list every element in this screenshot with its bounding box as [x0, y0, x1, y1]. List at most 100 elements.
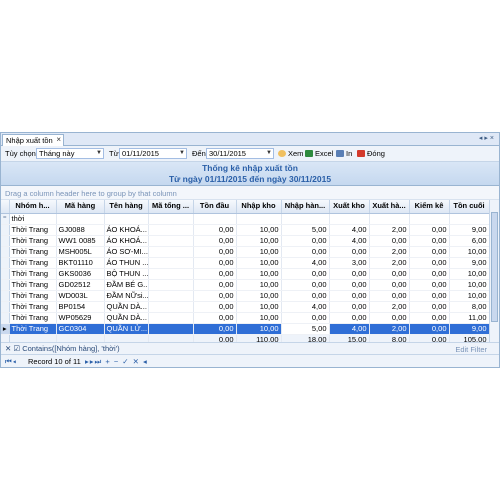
cell-group[interactable]: Thời Trang — [9, 268, 57, 280]
cell-export[interactable]: 0,00 — [329, 290, 370, 302]
table-row[interactable]: Thời Trang BKT01110 ÁO THUN ... 0,00 10,00 4,… — [1, 257, 490, 269]
cell-opening[interactable]: 0,00 — [193, 312, 237, 324]
cell-group[interactable]: Thời Trang — [9, 290, 57, 302]
filter-cell-group[interactable]: thời — [9, 213, 57, 225]
cell-stocktake[interactable]: 0,00 — [409, 224, 450, 236]
close-button[interactable]: Đóng — [356, 148, 385, 159]
row-indicator[interactable] — [1, 268, 10, 280]
col-header-export[interactable]: Xuất kho — [329, 200, 370, 214]
cell-return-out[interactable]: 2,00 — [369, 257, 410, 269]
cell-import[interactable]: 10,00 — [236, 257, 282, 269]
cell-return-in[interactable]: 0,00 — [281, 279, 330, 291]
cell-stocktake[interactable]: 0,00 — [409, 235, 450, 247]
filter-check-icon[interactable]: ☑ — [13, 344, 20, 353]
cell-closing[interactable]: 6,00 — [449, 235, 490, 247]
cell-stocktake[interactable]: 0,00 — [409, 257, 450, 269]
table-row[interactable]: Thời Trang WP05629 QUẦN DÀ... 0,00 10,00 0,00… — [1, 312, 490, 324]
col-header-opening[interactable]: Tồn đầu — [193, 200, 237, 214]
cell-name[interactable]: ĐẦM NỮsi... — [104, 290, 149, 302]
cell-export[interactable]: 3,00 — [329, 257, 370, 269]
cell-return-in[interactable]: 5,00 — [281, 323, 330, 335]
print-button[interactable]: In — [335, 148, 352, 159]
cell-opening[interactable]: 0,00 — [193, 224, 237, 236]
cell-group[interactable]: Thời Trang — [9, 279, 57, 291]
cell-closing[interactable]: 11,00 — [449, 312, 490, 324]
vertical-scrollbar[interactable] — [489, 200, 499, 358]
cell-name[interactable]: QUẦN DÀ... — [104, 312, 149, 324]
col-header-return-in[interactable]: Nhập hàn... — [281, 200, 330, 214]
cell-return-out[interactable]: 0,00 — [369, 235, 410, 247]
cell-export[interactable]: 4,00 — [329, 323, 370, 335]
cell-master-code[interactable] — [148, 323, 194, 335]
cell-export[interactable]: 4,00 — [329, 235, 370, 247]
cell-export[interactable]: 0,00 — [329, 312, 370, 324]
cell-opening[interactable]: 0,00 — [193, 290, 237, 302]
cell-group[interactable]: Thời Trang — [9, 257, 57, 269]
filter-cell[interactable] — [148, 213, 194, 225]
cell-group[interactable]: Thời Trang — [9, 224, 57, 236]
row-indicator[interactable] — [1, 224, 10, 236]
cell-import[interactable]: 10,00 — [236, 323, 282, 335]
cell-import[interactable]: 10,00 — [236, 268, 282, 280]
row-indicator[interactable] — [1, 257, 10, 269]
filter-cell[interactable] — [409, 213, 450, 225]
cell-return-out[interactable]: 0,00 — [369, 279, 410, 291]
table-row[interactable]: Thời Trang GKS0036 BỘ THUN ... 0,00 10,00 0,0… — [1, 268, 490, 280]
cell-master-code[interactable] — [148, 224, 194, 236]
cell-stocktake[interactable]: 0,00 — [409, 246, 450, 258]
col-header-code[interactable]: Mã hàng — [56, 200, 105, 214]
table-row[interactable]: Thời Trang BP0154 QUẦN DÀ... 0,00 10,00 4,00 0… — [1, 301, 490, 313]
tab-scroll-icon[interactable]: ◂▸× — [479, 134, 496, 142]
cell-return-out[interactable]: 2,00 — [369, 323, 410, 335]
tab-nhap-xuat-ton[interactable]: Nhập xuất tồn × — [2, 134, 64, 146]
col-header-name[interactable]: Tên hàng — [104, 200, 149, 214]
cell-import[interactable]: 10,00 — [236, 224, 282, 236]
scrollbar-thumb[interactable] — [491, 212, 498, 322]
cell-import[interactable]: 10,00 — [236, 312, 282, 324]
cell-master-code[interactable] — [148, 257, 194, 269]
cell-export[interactable]: 4,00 — [329, 224, 370, 236]
edit-filter-button[interactable]: Edit Filter — [455, 345, 487, 354]
filter-cell[interactable] — [449, 213, 490, 225]
cell-code[interactable]: GKS0036 — [56, 268, 105, 280]
filter-cell[interactable] — [104, 213, 149, 225]
col-header-group[interactable]: Nhóm h... — [9, 200, 57, 214]
cell-return-out[interactable]: 2,00 — [369, 246, 410, 258]
cell-closing[interactable]: 10,00 — [449, 290, 490, 302]
cell-name[interactable]: ÁO THUN ... — [104, 257, 149, 269]
row-indicator[interactable] — [1, 246, 10, 258]
row-indicator[interactable] — [1, 290, 10, 302]
to-date-field[interactable]: 30/11/2015 ▼ — [206, 148, 274, 159]
cell-import[interactable]: 10,00 — [236, 301, 282, 313]
cell-closing[interactable]: 8,00 — [449, 301, 490, 313]
row-pointer-icon[interactable]: ▸ — [1, 323, 10, 335]
cell-import[interactable]: 10,00 — [236, 290, 282, 302]
cell-return-out[interactable]: 0,00 — [369, 312, 410, 324]
col-header-closing[interactable]: Tồn cuối — [449, 200, 490, 214]
cell-code[interactable]: GJ0088 — [56, 224, 105, 236]
cell-export[interactable]: 0,00 — [329, 268, 370, 280]
cell-opening[interactable]: 0,00 — [193, 323, 237, 335]
cell-master-code[interactable] — [148, 290, 194, 302]
table-row[interactable]: Thời Trang MSH005L ÁO SƠ-MI... 0,00 10,00 0,0… — [1, 246, 490, 258]
filter-cell[interactable] — [329, 213, 370, 225]
nav-first-prev-icon[interactable]: ⏮◂ — [5, 357, 17, 366]
cell-group[interactable]: Thời Trang — [9, 312, 57, 324]
cell-closing[interactable]: 10,00 — [449, 246, 490, 258]
cell-import[interactable]: 10,00 — [236, 235, 282, 247]
row-indicator[interactable] — [1, 312, 10, 324]
cell-code[interactable]: GC0304 — [56, 323, 105, 335]
cell-master-code[interactable] — [148, 268, 194, 280]
cell-stocktake[interactable]: 0,00 — [409, 323, 450, 335]
cell-master-code[interactable] — [148, 301, 194, 313]
row-indicator[interactable] — [1, 279, 10, 291]
filter-expression[interactable]: Contains([Nhóm hàng], 'thời') — [22, 344, 119, 353]
filter-cell[interactable] — [236, 213, 282, 225]
cell-opening[interactable]: 0,00 — [193, 301, 237, 313]
cell-name[interactable]: ÁO KHOÁ... — [104, 224, 149, 236]
cell-code[interactable]: BKT01110 — [56, 257, 105, 269]
cell-code[interactable]: WW1 0085 — [56, 235, 105, 247]
cell-name[interactable]: ĐẦM BÉ G... — [104, 279, 149, 291]
nav-next-last-icon[interactable]: ▸▸⏭ + − ✓ ✕ ◂ — [85, 357, 148, 367]
cell-name[interactable]: QUẦN DÀ... — [104, 301, 149, 313]
